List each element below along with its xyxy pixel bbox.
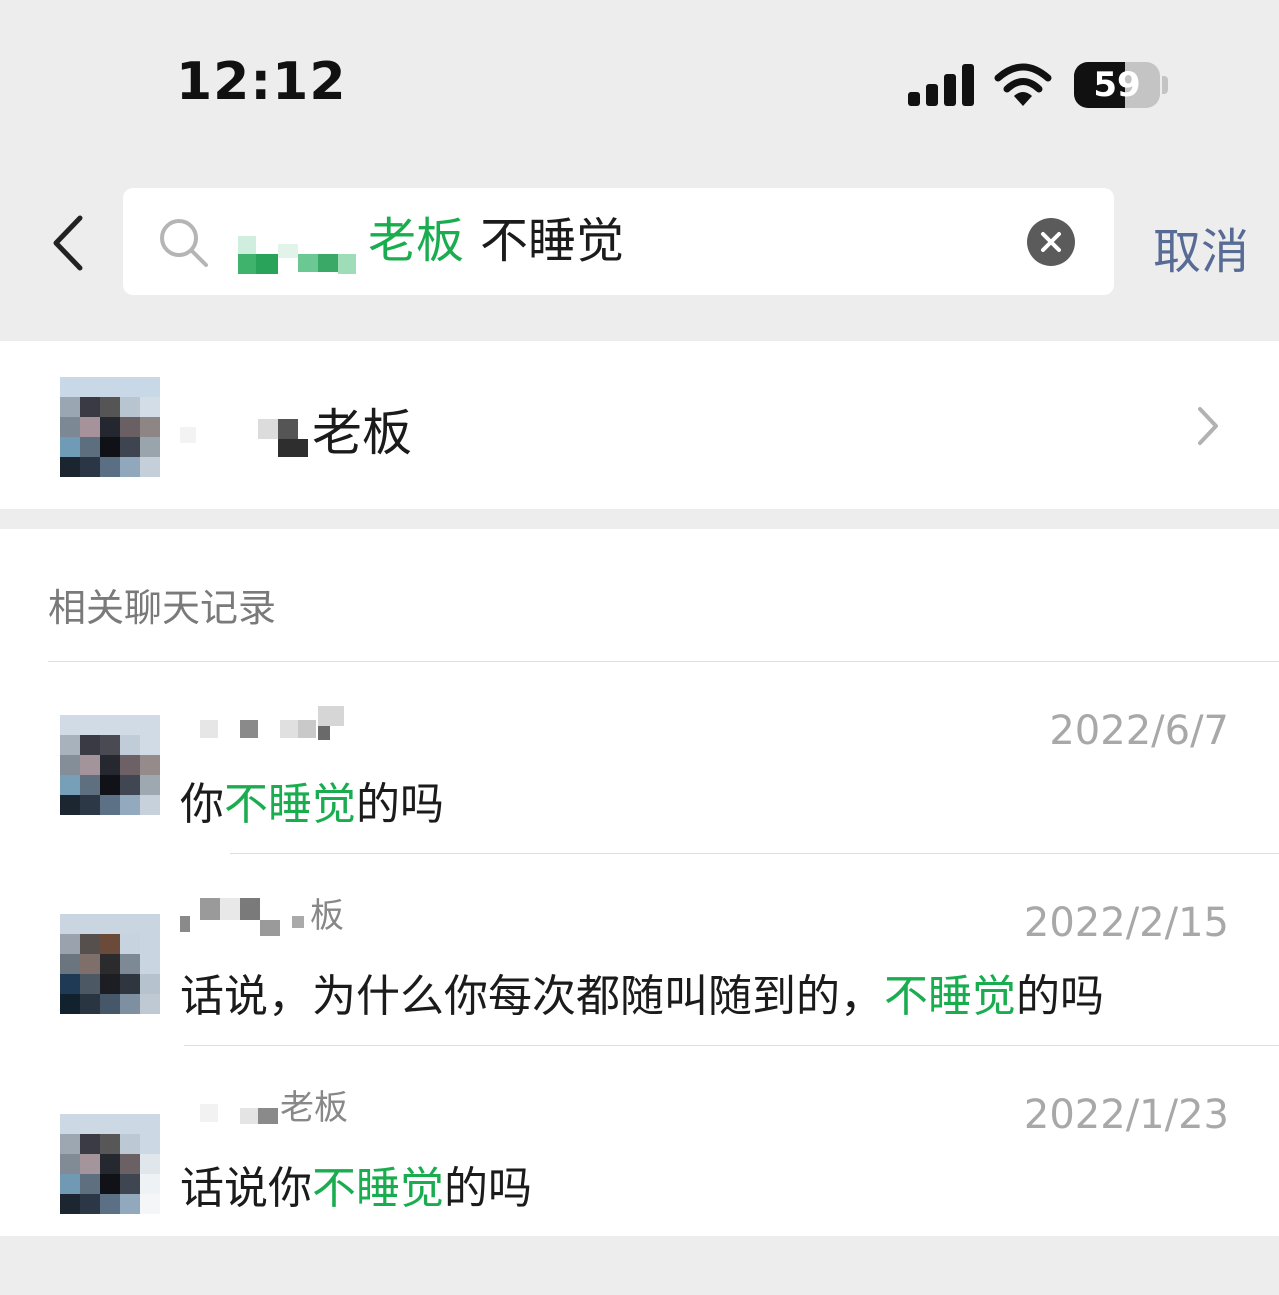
cancel-button[interactable]: 取消	[1153, 212, 1249, 282]
record-date: 2022/2/15	[1023, 900, 1229, 946]
contact-result[interactable]: 老板	[0, 341, 1279, 509]
message-highlight: 不睡觉	[224, 779, 356, 830]
pixelated-sender	[200, 705, 344, 740]
chat-record-row[interactable]: 老板 2022/1/23 话说你不睡觉的吗	[0, 1046, 1279, 1236]
section-title: 相关聊天记录	[48, 586, 277, 630]
chevron-right-icon	[1198, 407, 1218, 445]
battery-cap	[1162, 76, 1168, 94]
query-highlight: 老板	[368, 213, 465, 269]
avatar	[60, 715, 160, 815]
message-preview: 你不睡觉的吗	[180, 768, 444, 832]
pixelated-name	[180, 419, 308, 457]
message-highlight: 不睡觉	[884, 971, 1016, 1022]
message-text: 的吗	[1016, 971, 1104, 1022]
status-bar: 12:12 59	[0, 0, 1279, 160]
clear-search-icon[interactable]	[1027, 218, 1075, 266]
chat-record-row[interactable]: 板 2022/2/15 话说，为什么你每次都随叫随到的，不睡觉的吗	[0, 854, 1279, 1044]
pixelated-sender	[180, 897, 304, 936]
message-text: 话说，为什么你每次都随叫随到的，	[180, 971, 884, 1022]
sender-name	[180, 700, 350, 748]
sender-visible-text: 老板	[280, 1088, 348, 1128]
clock: 12:12	[176, 52, 347, 112]
pixelated-sender	[200, 1103, 278, 1124]
message-highlight: 不睡觉	[312, 1163, 444, 1214]
sender-name: 老板	[180, 1084, 348, 1132]
record-date: 2022/1/23	[1023, 1092, 1229, 1138]
battery-percent: 59	[1093, 65, 1141, 105]
message-text: 的吗	[356, 779, 444, 830]
message-preview: 话说，为什么你每次都随叫随到的，不睡觉的吗	[180, 960, 1104, 1024]
wifi-icon	[994, 63, 1052, 106]
avatar	[60, 377, 160, 477]
chat-records-section: 相关聊天记录 2022/6/7 你不睡觉的吗 板 2022/2/15 话说，为什…	[0, 529, 1279, 1236]
chat-record-row[interactable]: 2022/6/7 你不睡觉的吗	[0, 662, 1279, 852]
search-icon	[160, 219, 208, 267]
avatar	[60, 1114, 160, 1214]
battery-icon: 59	[1074, 62, 1160, 108]
query-rest: 不睡觉	[480, 213, 625, 269]
record-date: 2022/6/7	[1049, 708, 1229, 754]
message-text: 的吗	[444, 1163, 532, 1214]
message-preview: 话说你不睡觉的吗	[180, 1152, 532, 1216]
search-query: 老板 不睡觉	[368, 210, 624, 272]
message-text: 你	[180, 779, 224, 830]
cellular-signal-icon	[908, 64, 974, 106]
message-text: 话说你	[180, 1163, 312, 1214]
back-chevron-icon[interactable]	[50, 214, 90, 272]
search-field[interactable]: 老板 不睡觉	[123, 188, 1114, 295]
sender-name: 板	[180, 892, 344, 940]
pixelated-query-text	[238, 236, 356, 274]
sender-visible-text: 板	[310, 896, 344, 936]
avatar	[60, 914, 160, 1014]
contact-name: 老板	[312, 404, 412, 462]
